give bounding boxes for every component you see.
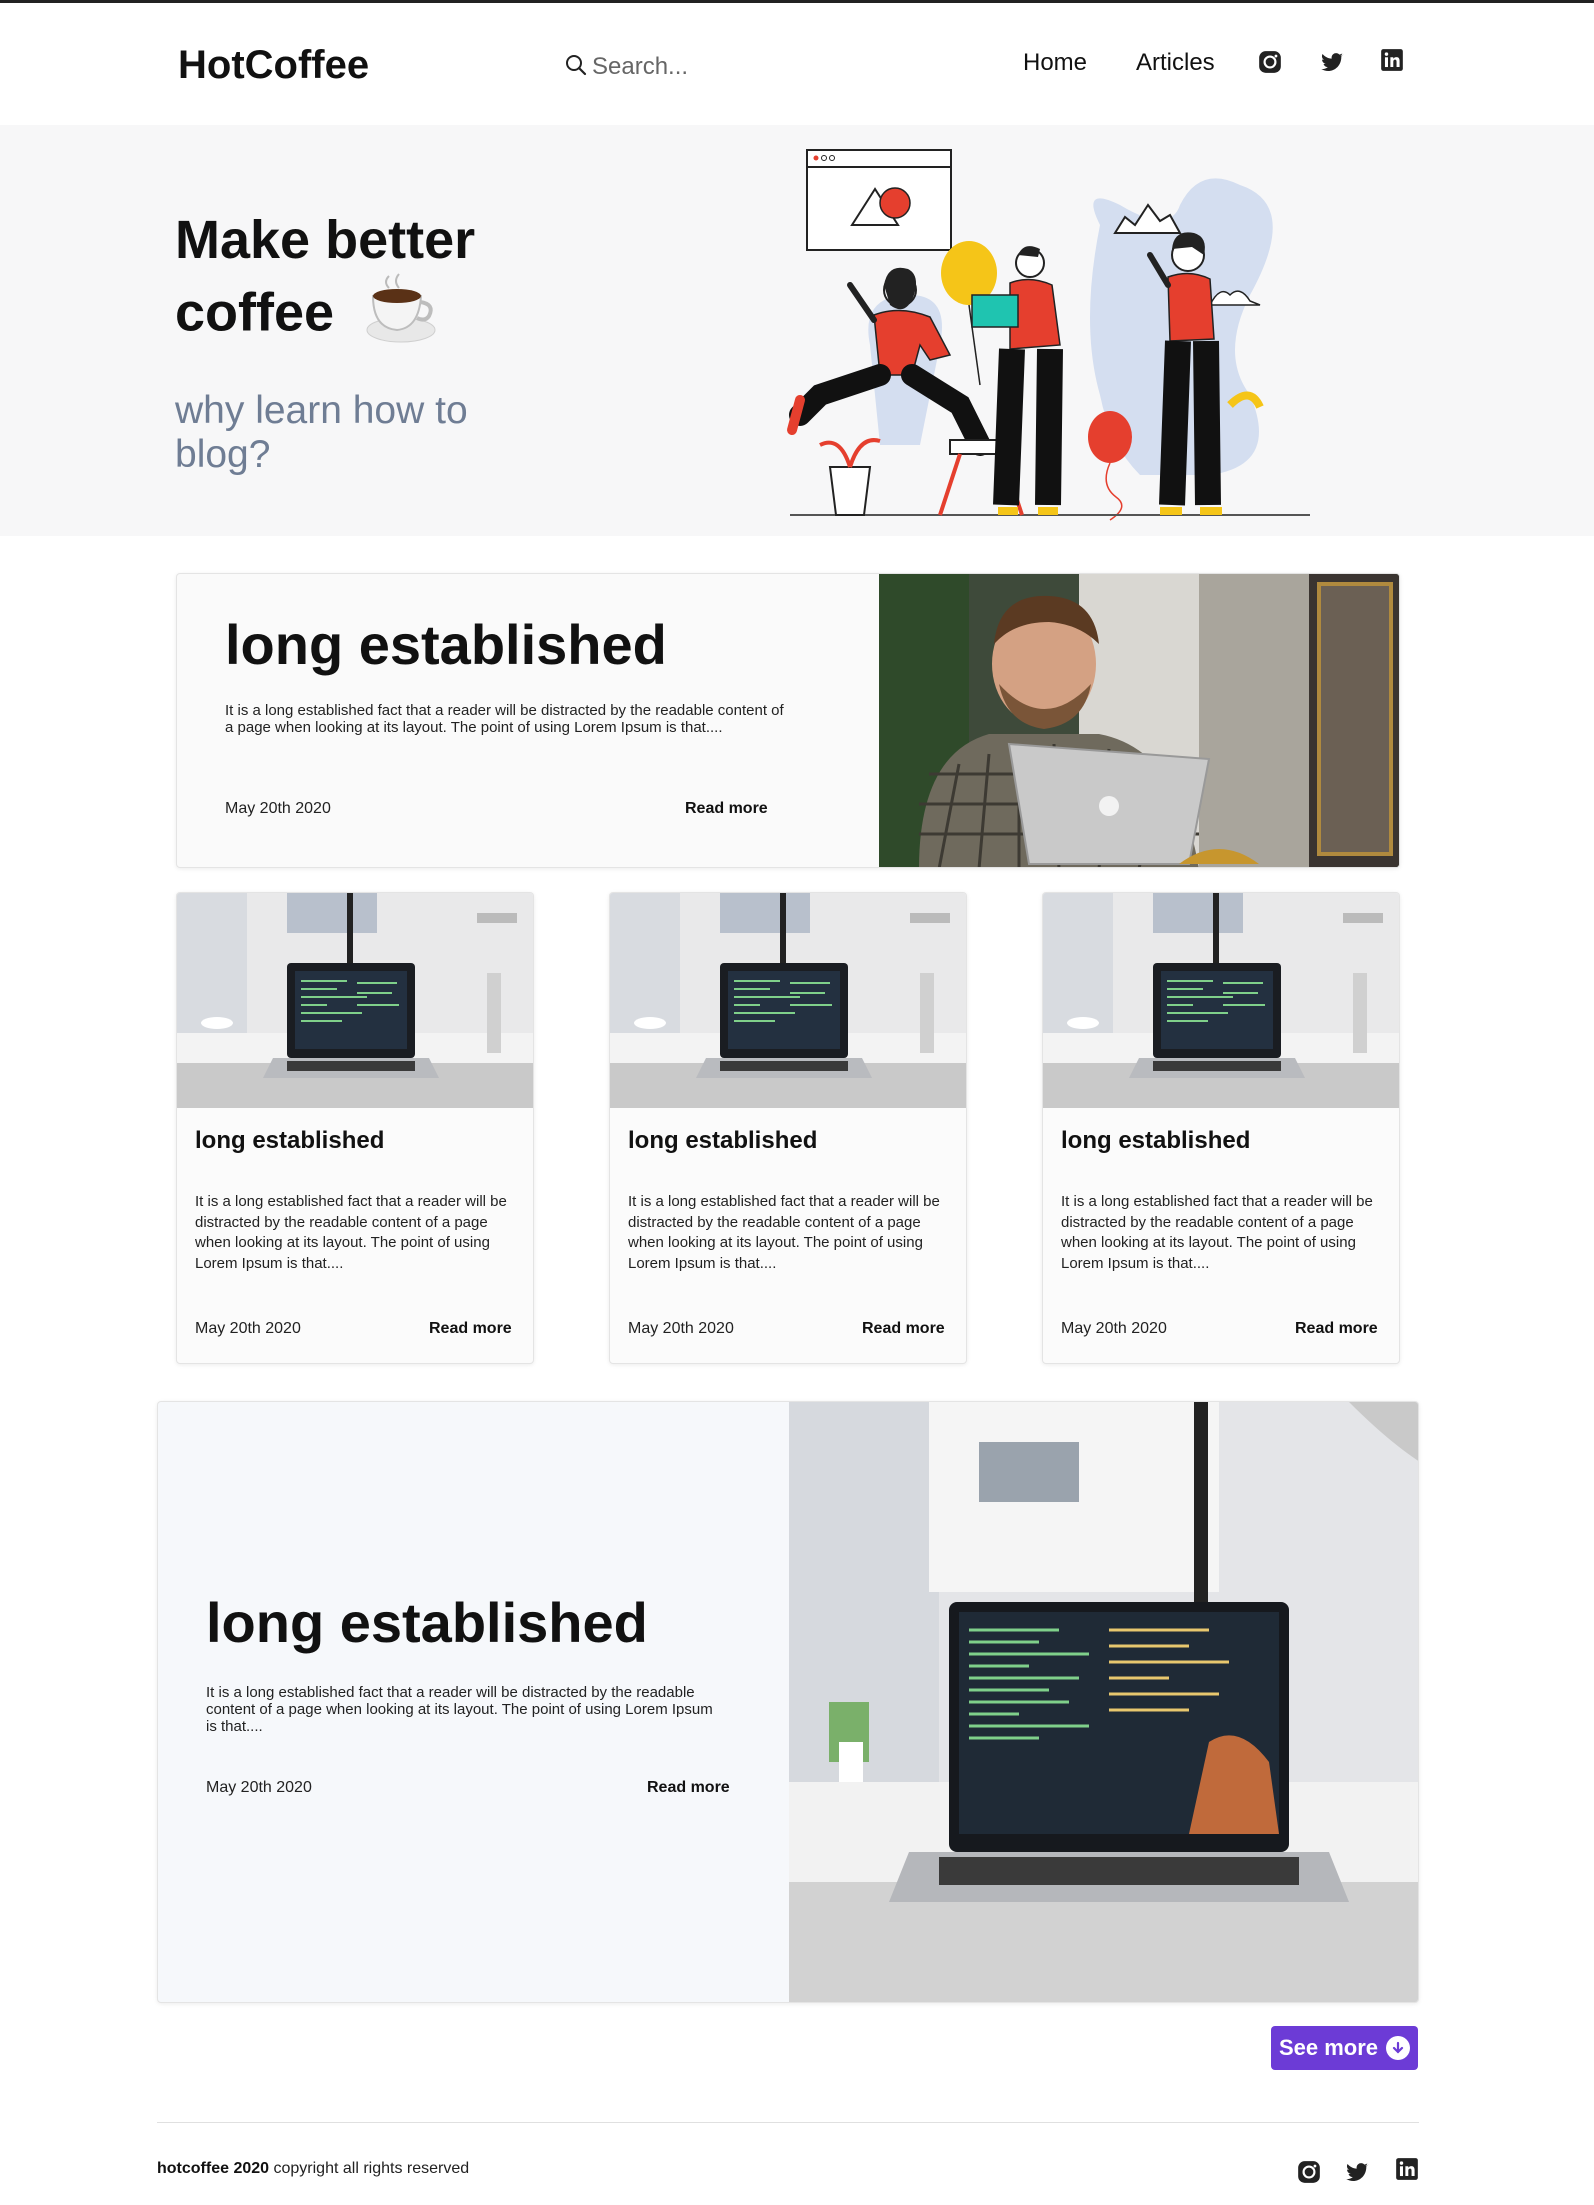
search-bar[interactable] [564, 51, 792, 83]
read-more-link[interactable]: Read more [685, 800, 768, 818]
article-date: May 20th 2020 [1061, 1320, 1167, 1337]
instagram-icon[interactable] [1256, 48, 1284, 76]
footer-social-2 [1343, 2158, 1371, 2186]
header-social [1256, 48, 1284, 76]
article-date: May 20th 2020 [628, 1320, 734, 1337]
read-more-link[interactable]: Read more [647, 1779, 730, 1797]
article-title: long established [195, 1127, 385, 1154]
man-with-laptop-photo [879, 574, 1399, 867]
hero-section: Make better coffee why learn how to blog… [0, 125, 1594, 536]
read-more-link[interactable]: Read more [429, 1320, 512, 1338]
people-illustration [787, 149, 1310, 521]
header-social-3 [1378, 46, 1406, 74]
article-date: May 20th 2020 [206, 1779, 312, 1796]
footer-copyright: hotcoffee 2020 copyright all rights rese… [157, 2160, 469, 2178]
article-excerpt: It is a long established fact that a rea… [195, 1193, 507, 1272]
footer-social-1 [1295, 2158, 1323, 2186]
article-title: long established [628, 1127, 818, 1154]
site-header: HotCoffee Home Articles [0, 3, 1594, 125]
featured-article-card-large[interactable]: long established It is a long establishe… [157, 1401, 1419, 2003]
article-date: May 20th 2020 [225, 800, 331, 817]
laptop-desk-photo [177, 893, 533, 1108]
arrow-down-icon [1386, 2036, 1411, 2060]
header-social-2 [1318, 48, 1346, 76]
search-icon [564, 53, 588, 82]
featured-article-card[interactable]: long established It is a long establishe… [176, 573, 1400, 868]
twitter-icon[interactable] [1343, 2158, 1371, 2186]
article-date: May 20th 2020 [195, 1320, 301, 1337]
footer-divider [157, 2122, 1419, 2123]
article-excerpt: It is a long established fact that a rea… [628, 1193, 940, 1272]
footer-brand: hotcoffee 2020 [157, 2160, 270, 2177]
laptop-desk-photo [610, 893, 966, 1108]
article-card[interactable]: long established It is a long establishe… [176, 892, 534, 1364]
hero-title-line2: coffee [175, 282, 335, 343]
hero-subtitle: why learn how to blog? [175, 389, 468, 476]
article-excerpt: It is a long established fact that a rea… [1061, 1193, 1373, 1272]
nav-articles-link[interactable]: Articles [1136, 49, 1215, 77]
instagram-icon[interactable] [1295, 2158, 1323, 2186]
site-logo[interactable]: HotCoffee [178, 43, 369, 88]
hero-title-line1: Make better [175, 210, 476, 270]
article-title: long established [206, 1591, 648, 1654]
footer-copyright-text: copyright all rights reserved [269, 2160, 470, 2177]
read-more-link[interactable]: Read more [862, 1320, 945, 1338]
hero-title: Make better coffee [175, 208, 535, 360]
see-more-button[interactable]: See more [1271, 2026, 1418, 2070]
linkedin-icon[interactable] [1378, 46, 1406, 74]
read-more-link[interactable]: Read more [1295, 1320, 1378, 1338]
article-title: long established [1061, 1127, 1251, 1154]
nav-home[interactable]: Home [1023, 49, 1087, 77]
laptop-desk-photo-large [789, 1402, 1418, 2002]
twitter-icon[interactable] [1318, 48, 1346, 76]
coffee-cup-icon [359, 272, 439, 360]
article-card[interactable]: long established It is a long establishe… [1042, 892, 1400, 1364]
linkedin-icon[interactable] [1393, 2155, 1421, 2183]
article-card[interactable]: long established It is a long establishe… [609, 892, 967, 1364]
nav-articles[interactable]: Articles [1136, 49, 1215, 77]
footer-social-3 [1393, 2155, 1421, 2183]
article-excerpt: It is a long established fact that a rea… [225, 702, 784, 736]
nav-home-link[interactable]: Home [1023, 49, 1087, 77]
article-excerpt: It is a long established fact that a rea… [206, 1684, 713, 1735]
article-title: long established [225, 613, 667, 676]
laptop-desk-photo [1043, 893, 1399, 1108]
search-input[interactable] [592, 53, 792, 81]
see-more-label: See more [1278, 2035, 1379, 2060]
